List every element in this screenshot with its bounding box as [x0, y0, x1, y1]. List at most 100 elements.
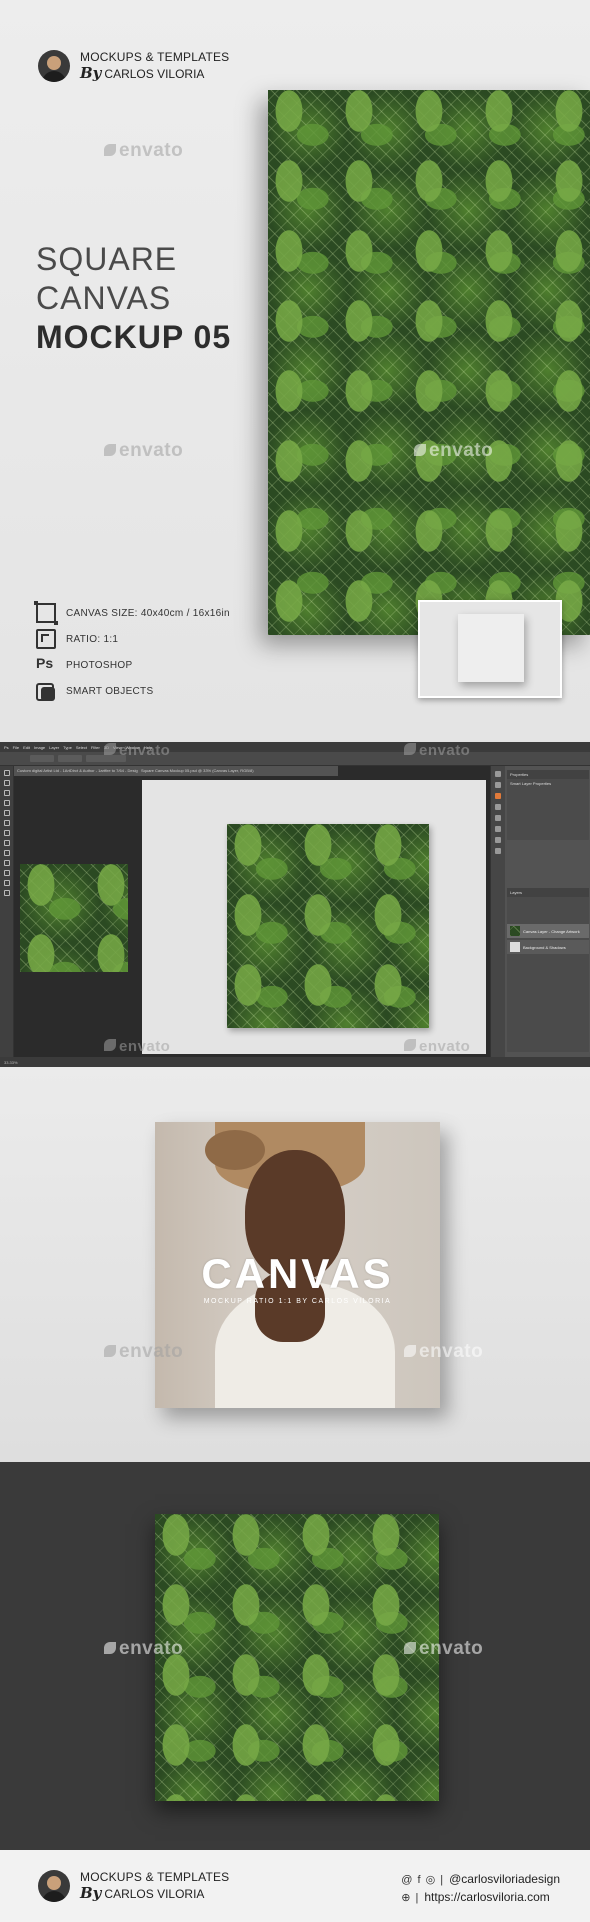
ratio-icon — [36, 629, 56, 649]
stamp-tool-icon[interactable] — [3, 830, 10, 836]
eyedropper-tool-icon[interactable] — [3, 810, 10, 816]
option-control[interactable] — [58, 755, 82, 762]
document-tab[interactable]: Square Canvas Mockup 05.psd @ 33% (Canva… — [138, 766, 338, 776]
document-tab[interactable]: Custom digital Artist Ltd - 1ArtDirct & … — [14, 766, 138, 776]
brand-author-name: CARLOS VILORIA — [104, 67, 205, 82]
color-icon[interactable] — [495, 804, 501, 810]
feature-label: PHOTOSHOP — [66, 659, 133, 671]
brand-author: By CARLOS VILORIA — [80, 1884, 229, 1902]
envato-watermark: envato — [404, 1341, 483, 1363]
menu-item[interactable]: File — [13, 745, 19, 750]
hand-tool-icon[interactable] — [3, 880, 10, 886]
title-line-1: SQUARE — [36, 241, 178, 277]
brand-tagline: MOCKUPS & TEMPLATES — [80, 1870, 230, 1884]
thumbnail-canvas — [458, 614, 524, 682]
title-line-3: MOCKUP 05 — [36, 319, 232, 355]
mockup-canvas-preview — [227, 824, 429, 1028]
zoom-tool-icon[interactable] — [3, 890, 10, 896]
layer-thumbnail — [510, 926, 520, 936]
feature-label: CANVAS SIZE: 40x40cm / 16x16in — [66, 607, 230, 619]
hero-section: MOCKUPS & TEMPLATES By CARLOS VILORIA SQU… — [0, 0, 590, 742]
footer-brand: MOCKUPS & TEMPLATES By CARLOS VILORIA — [38, 1870, 229, 1902]
ps-right-panel: Properties Smart Layer Properties Layers… — [490, 766, 590, 1057]
social-handle[interactable]: @carlosviloriadesign — [449, 1872, 560, 1886]
type-tool-icon[interactable] — [3, 870, 10, 876]
layer-thumbnail — [510, 942, 520, 952]
properties-panel: Properties Smart Layer Properties — [507, 770, 589, 840]
mockup-wall — [142, 780, 486, 1054]
feature-item: CANVAS SIZE: 40x40cm / 16x16in — [34, 600, 230, 626]
menu-item[interactable]: Select — [76, 745, 87, 750]
menu-item[interactable]: Image — [34, 745, 45, 750]
feature-item: SMART OBJECTS — [36, 678, 230, 704]
canvas-thumbnail — [418, 600, 562, 698]
brush-tool-icon[interactable] — [3, 820, 10, 826]
brush-panel-icon[interactable] — [495, 782, 501, 788]
feature-label: SMART OBJECTS — [66, 685, 154, 697]
layer-row[interactable]: Canvas Layer - Change Artwork — [507, 924, 589, 938]
envato-watermark: envato — [404, 1638, 483, 1660]
layers-title[interactable]: Layers — [507, 888, 589, 897]
dark-canvas-section: envato envato — [0, 1462, 590, 1850]
gradient-tool-icon[interactable] — [3, 850, 10, 856]
envato-watermark: envato — [104, 1638, 183, 1660]
properties-title[interactable]: Properties — [507, 770, 589, 779]
author-avatar — [38, 1870, 70, 1903]
feature-list: CANVAS SIZE: 40x40cm / 16x16in RATIO: 1:… — [34, 600, 230, 704]
ps-options-bar — [0, 752, 590, 766]
brand-by: By — [80, 1884, 102, 1903]
paragraph-icon[interactable] — [495, 848, 501, 854]
ps-document-mockup: Square Canvas Mockup 05.psd @ 33% (Canva… — [138, 766, 490, 1057]
ps-status-bar: 33.33% — [0, 1057, 590, 1067]
footer: MOCKUPS & TEMPLATES By CARLOS VILORIA @ f… — [0, 1850, 590, 1922]
move-tool-icon[interactable] — [3, 770, 10, 776]
artwork-preview — [20, 864, 128, 972]
crop-tool-icon[interactable] — [3, 800, 10, 806]
eraser-tool-icon[interactable] — [3, 840, 10, 846]
properties-subtitle: Smart Layer Properties — [510, 781, 552, 786]
canvas-mockup-preview — [268, 90, 590, 635]
pen-tool-icon[interactable] — [3, 860, 10, 866]
author-avatar — [38, 50, 70, 83]
brand-by: By — [80, 64, 102, 83]
feature-item: RATIO: 1:1 — [36, 626, 230, 652]
option-control[interactable] — [30, 755, 54, 762]
envato-watermark: envato — [104, 1341, 183, 1363]
globe-icon: ⊕ | — [401, 1891, 420, 1904]
photoshop-icon: Ps — [36, 655, 54, 671]
history-icon[interactable] — [495, 771, 501, 777]
brand-header: MOCKUPS & TEMPLATES By CARLOS VILORIA — [38, 50, 229, 82]
leaf-canvas — [155, 1514, 439, 1801]
marquee-tool-icon[interactable] — [3, 780, 10, 786]
brand-author: By CARLOS VILORIA — [80, 64, 229, 82]
adjustments-icon[interactable] — [495, 826, 501, 832]
social-links: @ f ◎ | @carlosviloriadesign ⊕ | https:/… — [401, 1870, 560, 1906]
menu-item[interactable]: Filter — [91, 745, 100, 750]
feature-label: RATIO: 1:1 — [66, 633, 119, 645]
ps-document-artwork: Custom digital Artist Ltd - 1ArtDirct & … — [14, 766, 138, 1057]
menu-item[interactable]: Ps — [4, 745, 9, 750]
canvas-title: CANVAS — [201, 1250, 394, 1297]
portrait-canvas: CANVAS MOCKUP RATIO 1:1 BY CARLOS VILORI… — [155, 1122, 440, 1408]
menu-item[interactable]: Type — [63, 745, 72, 750]
envato-watermark: envato — [404, 1038, 470, 1055]
photoshop-screenshot: Ps File Edit Image Layer Type Select Fil… — [0, 742, 590, 1067]
layer-row[interactable]: Background & Shadows — [507, 940, 589, 954]
feature-item: Ps PHOTOSHOP — [36, 652, 230, 678]
swatches-icon[interactable] — [495, 815, 501, 821]
ps-toolbar — [0, 766, 14, 1057]
menu-item[interactable]: Layer — [49, 745, 59, 750]
panel-icon-strip — [491, 766, 505, 1057]
properties-icon[interactable] — [495, 793, 501, 799]
lasso-tool-icon[interactable] — [3, 790, 10, 796]
brand-tagline: MOCKUPS & TEMPLATES — [80, 50, 230, 64]
website-link[interactable]: https://carlosviloria.com — [424, 1890, 549, 1904]
social-icons[interactable]: @ f ◎ | — [401, 1873, 444, 1886]
styles-icon[interactable] — [495, 837, 501, 843]
menu-item[interactable]: Edit — [23, 745, 30, 750]
envato-watermark: envato — [104, 140, 183, 162]
headwrap-bow-shape — [205, 1130, 265, 1170]
ps-menu-bar: Ps File Edit Image Layer Type Select Fil… — [0, 742, 590, 752]
zoom-level: 33.33% — [4, 1060, 18, 1065]
title-line-2: CANVAS — [36, 280, 172, 316]
